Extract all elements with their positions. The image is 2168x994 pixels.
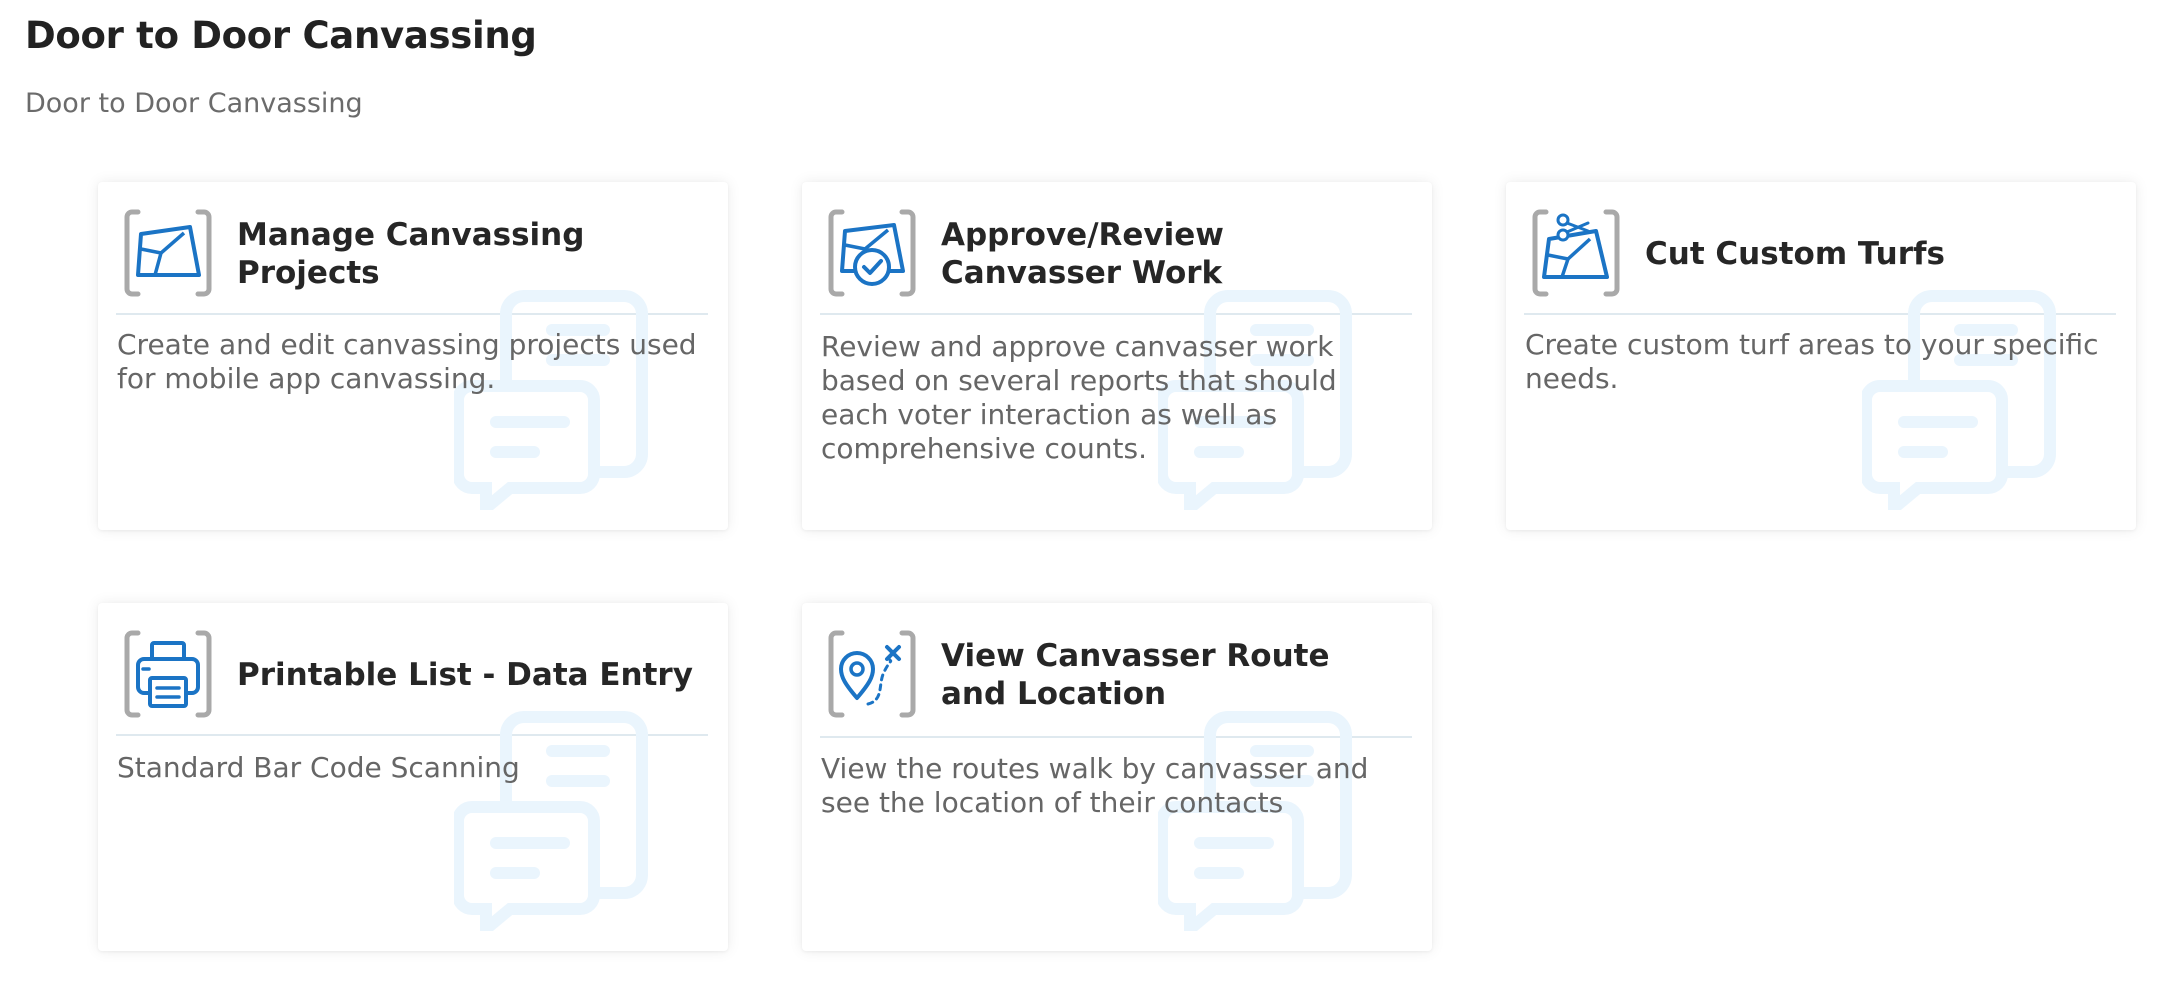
chat-bubbles-watermark-icon	[1158, 711, 1352, 931]
card-description: Review and approve canvasser work based …	[821, 330, 1337, 465]
card-view-canvasser-route-and-location[interactable]: View Canvasser Route and Location View t…	[802, 603, 1432, 951]
card-title: View Canvasser Route and Location	[941, 638, 1330, 712]
card-title: Cut Custom Turfs	[1645, 236, 1945, 272]
card-description: View the routes walk by canvasser and se…	[821, 752, 1369, 819]
map-scissors-icon	[1532, 209, 1620, 297]
page-header: Door to Door Canvassing	[25, 14, 537, 57]
page-subtitle: Door to Door Canvassing	[25, 88, 363, 119]
card-cut-custom-turfs[interactable]: Cut Custom Turfs Create custom turf area…	[1506, 182, 2136, 530]
card-manage-canvassing-projects[interactable]: Manage Canvassing Projects Create and ed…	[98, 182, 728, 530]
card-description: Create custom turf areas to your specifi…	[1525, 328, 2099, 395]
route-pin-icon	[828, 630, 916, 718]
card-title: Manage Canvassing Projects	[237, 217, 585, 291]
chat-bubbles-watermark-icon	[454, 290, 648, 510]
card-title: Approve/Review Canvasser Work	[941, 217, 1224, 291]
chat-bubbles-watermark-icon	[454, 711, 648, 931]
card-printable-list-data-entry[interactable]: Printable List - Data Entry Standard Bar…	[98, 603, 728, 951]
page-title: Door to Door Canvassing	[25, 14, 537, 57]
chat-bubbles-watermark-icon	[1862, 290, 2056, 510]
card-title: Printable List - Data Entry	[237, 657, 693, 693]
map-check-icon	[828, 209, 916, 297]
printer-icon	[124, 630, 212, 718]
card-description: Standard Bar Code Scanning	[117, 751, 520, 784]
card-approve-review-canvasser-work[interactable]: Approve/Review Canvasser Work Review and…	[802, 182, 1432, 530]
map-icon	[124, 209, 212, 297]
card-description: Create and edit canvassing projects used…	[117, 328, 697, 395]
